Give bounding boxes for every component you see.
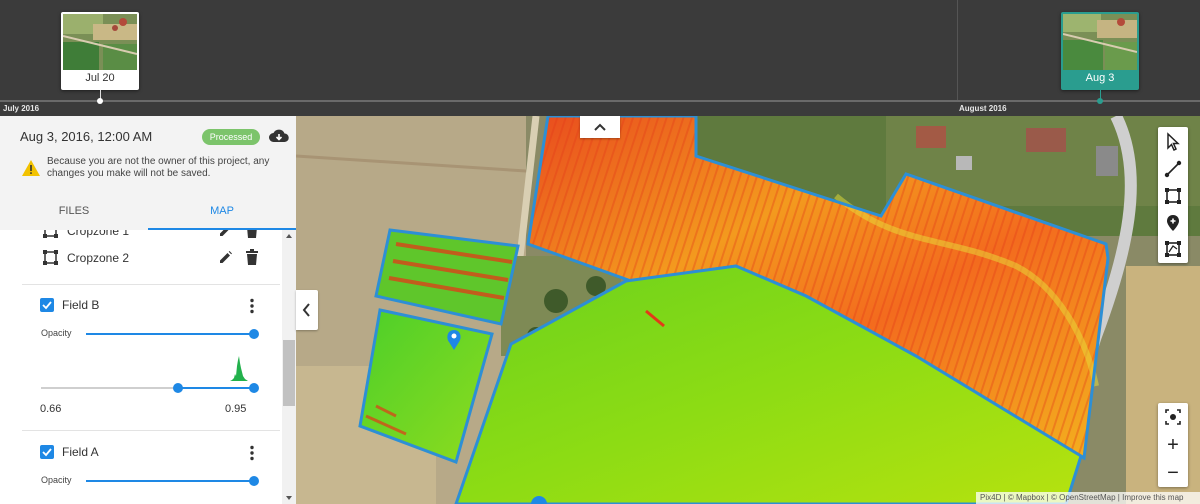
range-slider-selection[interactable]	[178, 387, 254, 389]
more-vertical-icon[interactable]	[250, 298, 254, 314]
scroll-down-arrow[interactable]	[286, 496, 292, 500]
opacity-slider-handle[interactable]	[249, 329, 259, 339]
month-label-august: August 2016	[959, 104, 1007, 113]
tree	[544, 289, 568, 313]
value-histogram	[222, 356, 256, 381]
zoom-out-button[interactable]: −	[1158, 459, 1188, 487]
opacity-label: Opacity	[41, 328, 72, 338]
roof	[956, 156, 972, 170]
month-divider	[957, 0, 958, 102]
opacity-slider-track[interactable]	[86, 333, 254, 335]
trash-icon[interactable]	[245, 230, 259, 238]
add-marker-icon[interactable]	[1163, 213, 1183, 233]
capture-marker-aug-3[interactable]	[1097, 98, 1103, 104]
capture-thumbnail-aug-3[interactable]: Aug 3	[1061, 12, 1139, 90]
attribution-pix4d[interactable]: Pix4D	[980, 493, 1001, 502]
attribution-improve[interactable]: Improve this map	[1122, 493, 1183, 502]
draw-cropzone-icon[interactable]	[1163, 239, 1183, 259]
range-max-value: 0.95	[225, 403, 247, 415]
opacity-slider-handle[interactable]	[249, 476, 259, 486]
range-slider-track[interactable]	[41, 387, 178, 389]
field-b-checkbox[interactable]	[40, 298, 54, 312]
range-min-value: 0.66	[40, 403, 62, 415]
draw-polygon-icon[interactable]	[1163, 186, 1183, 206]
roof	[916, 126, 946, 148]
map-canvas[interactable]	[296, 116, 1200, 504]
edit-icon[interactable]	[218, 249, 234, 265]
warning-icon	[22, 160, 40, 176]
attribution-mapbox[interactable]: © Mapbox	[1008, 493, 1045, 502]
tab-files[interactable]: FILES	[0, 200, 148, 230]
ownership-warning: Because you are not the owner of this pr…	[47, 156, 270, 179]
cropzone-2-label: Cropzone 2	[67, 251, 130, 265]
panel-scrollbar[interactable]	[282, 230, 296, 504]
month-label-july: July 2016	[3, 104, 40, 113]
polygon-icon	[42, 230, 59, 239]
capture-date-label: Aug 3	[1085, 72, 1115, 84]
cropzone-1-label: Cropzone 1	[67, 230, 130, 238]
field-a-checkbox[interactable]	[40, 445, 54, 459]
capture-marker-jul-20[interactable]	[97, 98, 103, 104]
roof	[1096, 146, 1118, 176]
capture-date-label: Jul 20	[85, 72, 115, 84]
timeline-axis[interactable]	[0, 100, 1200, 102]
layer-list-content: Cropzone 1 Cropzone 2 Field B Opacity 0.…	[0, 230, 282, 504]
field-b-label: Field B	[62, 298, 100, 312]
roof	[1026, 128, 1066, 152]
tab-map[interactable]: MAP	[148, 200, 296, 230]
scrollbar-thumb[interactable]	[283, 340, 295, 406]
range-slider-min-handle[interactable]	[173, 383, 183, 393]
opacity-slider-track[interactable]	[86, 480, 254, 482]
capture-datetime: Aug 3, 2016, 12:00 AM	[20, 129, 153, 144]
status-badge: Processed	[202, 129, 260, 145]
capture-preview-image	[63, 14, 137, 70]
range-slider-max-handle[interactable]	[249, 383, 259, 393]
map-attribution: Pix4D | © Mapbox | © OpenStreetMap | Imp…	[976, 492, 1200, 504]
zoom-controls: + −	[1158, 403, 1188, 487]
capture-preview-image	[1063, 14, 1137, 70]
panel-header: Aug 3, 2016, 12:00 AM Processed Because …	[0, 116, 296, 230]
drawing-toolbar	[1158, 127, 1188, 263]
map-view[interactable]	[296, 116, 1200, 504]
polygon-icon	[42, 249, 59, 266]
divider	[22, 284, 280, 285]
timeline: July 2016 August 2016 Jul 20 Aug 3	[0, 0, 1200, 116]
trash-icon[interactable]	[245, 249, 259, 265]
attribution-osm[interactable]: © OpenStreetMap	[1051, 493, 1116, 502]
opacity-label: Opacity	[41, 475, 72, 485]
divider	[22, 430, 280, 431]
measure-line-icon[interactable]	[1163, 159, 1183, 179]
edit-icon[interactable]	[218, 230, 234, 238]
fit-to-screen-icon[interactable]	[1158, 403, 1188, 431]
field-a-label: Field A	[62, 445, 99, 459]
cloud-download-icon[interactable]	[268, 126, 290, 146]
scroll-up-arrow[interactable]	[286, 234, 292, 238]
select-pointer-icon[interactable]	[1163, 132, 1183, 152]
zoom-in-button[interactable]: +	[1158, 431, 1188, 459]
expand-timeline-button[interactable]	[580, 116, 620, 138]
more-vertical-icon[interactable]	[250, 445, 254, 461]
capture-thumbnail-jul-20[interactable]: Jul 20	[61, 12, 139, 90]
collapse-panel-button[interactable]	[296, 290, 318, 330]
